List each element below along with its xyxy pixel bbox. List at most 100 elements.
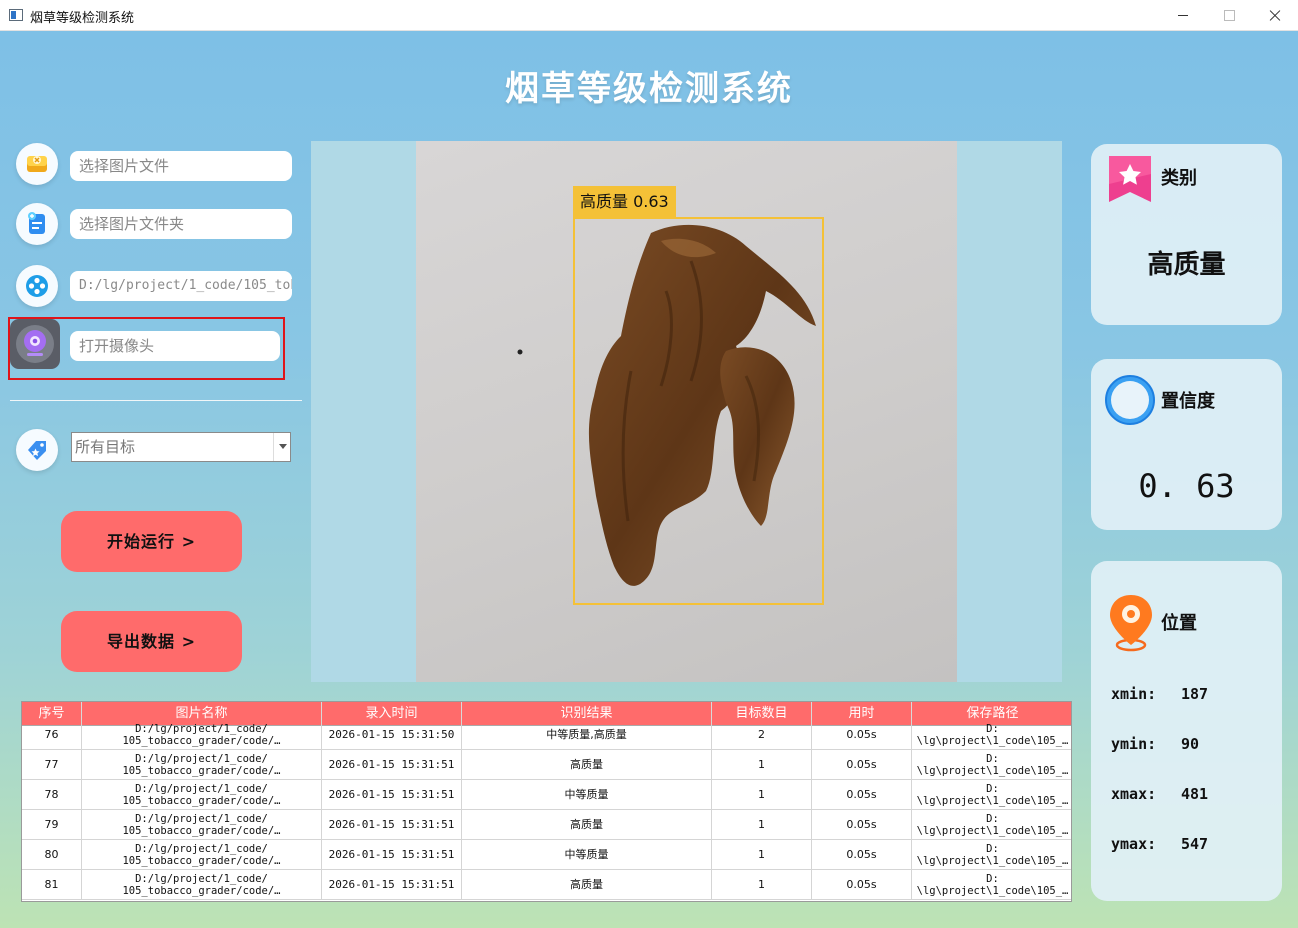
target-select-value: 所有目标 <box>75 438 136 456</box>
cell-result: 高质量 <box>462 750 712 780</box>
cell-path-line2: \lg\project\1_code\105_… <box>916 795 1069 807</box>
export-button[interactable]: 导出数据 > <box>61 611 242 672</box>
cell-name-line1: D:/lg/project/1_code/ <box>135 783 268 795</box>
table-row[interactable]: 78 D:/lg/project/1_code/105_tobacco_grade… <box>22 780 1071 810</box>
table-row[interactable]: 79 D:/lg/project/1_code/105_tobacco_grade… <box>22 810 1071 840</box>
cell-time: 2026-01-15 15:31:51 <box>322 870 462 900</box>
cell-id-text: 80 <box>44 848 59 861</box>
cell-id-text: 78 <box>44 788 59 801</box>
cell-count: 2 <box>712 720 812 750</box>
maximize-button[interactable] <box>1206 0 1252 31</box>
cell-duration: 0.05s <box>812 810 912 840</box>
app-window-icon <box>9 9 23 21</box>
cell-duration-text: 0.05s <box>846 758 877 771</box>
cell-path-line2: \lg\project\1_code\105_… <box>916 825 1069 837</box>
close-button[interactable] <box>1252 0 1298 31</box>
cell-time: 2026-01-15 15:31:51 <box>322 780 462 810</box>
cell-duration-text: 0.05s <box>846 818 877 831</box>
xmax-row: xmax: 481 <box>1111 785 1208 803</box>
cell-count: 1 <box>712 840 812 870</box>
xmax-value: 481 <box>1181 785 1209 803</box>
video-icon[interactable] <box>16 265 58 307</box>
cell-path: D: \lg\project\1_code\105_… <box>912 840 1071 870</box>
cell-duration: 0.05s <box>812 750 912 780</box>
cell-name: D:/lg/project/1_code/105_tobacco_grader/… <box>82 720 322 750</box>
folder-input[interactable]: 选择图片文件夹 <box>70 209 292 239</box>
cell-path-line1: D: <box>986 783 999 795</box>
image-file-input[interactable]: 选择图片文件 <box>70 151 292 181</box>
cell-name: D:/lg/project/1_code/105_tobacco_grader/… <box>82 750 322 780</box>
cell-id: 77 <box>22 750 82 780</box>
image-display: 高质量 0.63 <box>311 141 1062 682</box>
cell-path-line1: D: <box>986 873 999 885</box>
minimize-button[interactable] <box>1160 0 1206 31</box>
folder-icon[interactable] <box>16 203 58 245</box>
cell-path-line1: D: <box>986 843 999 855</box>
xmin-row: xmin: 187 <box>1111 685 1208 703</box>
cell-name: D:/lg/project/1_code/105_tobacco_grader/… <box>82 810 322 840</box>
cell-time: 2026-01-15 15:31:51 <box>322 810 462 840</box>
ymin-value: 90 <box>1181 735 1200 753</box>
cell-id: 81 <box>22 870 82 900</box>
cell-time: 2026-01-15 15:31:51 <box>322 840 462 870</box>
cell-time-text: 2026-01-15 15:31:51 <box>328 788 455 801</box>
cell-path-line2: \lg\project\1_code\105_… <box>916 855 1069 867</box>
cell-time-text: 2026-01-15 15:31:51 <box>328 878 455 891</box>
cell-name: D:/lg/project/1_code/105_tobacco_grader/… <box>82 840 322 870</box>
cell-duration-text: 0.05s <box>846 788 877 801</box>
main-window: 烟草等级检测系统 选择图片文件 选择图片文件夹 D:/lg/project/1_… <box>0 31 1298 928</box>
results-table: 序号 图片名称 录入时间 识别结果 目标数目 用时 保存路径 76 D:/lg/p… <box>21 701 1072 902</box>
tag-icon <box>16 429 58 471</box>
bookmark-star-icon <box>1109 156 1151 202</box>
chevron-down-icon[interactable] <box>273 433 290 461</box>
left-panel-divider <box>10 400 302 401</box>
cell-count: 1 <box>712 810 812 840</box>
cell-path: D: \lg\project\1_code\105_… <box>912 780 1071 810</box>
cell-id-text: 77 <box>44 758 59 771</box>
table-row[interactable]: 76 D:/lg/project/1_code/105_tobacco_grade… <box>22 720 1071 750</box>
target-select[interactable]: 所有目标 <box>71 432 291 462</box>
cell-name-line2: 105_tobacco_grader/code/… <box>122 765 281 777</box>
table-row[interactable]: 77 D:/lg/project/1_code/105_tobacco_grade… <box>22 750 1071 780</box>
cell-name-line1: D:/lg/project/1_code/ <box>135 753 268 765</box>
cell-count-text: 2 <box>758 728 765 741</box>
window-titlebar: 烟草等级检测系统 <box>0 0 1298 31</box>
start-button[interactable]: 开始运行 > <box>61 511 242 572</box>
table-row[interactable]: 81 D:/lg/project/1_code/105_tobacco_grade… <box>22 870 1071 900</box>
video-path-field[interactable]: D:/lg/project/1_code/105_tobacco_grader <box>70 271 292 301</box>
cell-duration: 0.05s <box>812 870 912 900</box>
cell-duration: 0.05s <box>812 840 912 870</box>
cell-count: 1 <box>712 870 812 900</box>
cell-name-line2: 105_tobacco_grader/code/… <box>122 735 281 747</box>
cell-time: 2026-01-15 15:31:50 <box>322 720 462 750</box>
cell-time-text: 2026-01-15 15:31:51 <box>328 848 455 861</box>
cell-path: D: \lg\project\1_code\105_… <box>912 810 1071 840</box>
cell-time: 2026-01-15 15:31:51 <box>322 750 462 780</box>
cell-path-line1: D: <box>986 813 999 825</box>
ymin-label: ymin: <box>1111 735 1157 753</box>
cell-path-line2: \lg\project\1_code\105_… <box>916 885 1069 897</box>
class-title: 类别 <box>1161 168 1197 189</box>
tobacco-photo: 高质量 0.63 <box>416 141 957 682</box>
cell-name-line1: D:/lg/project/1_code/ <box>135 723 268 735</box>
detection-bounding-box <box>573 217 824 605</box>
cell-result: 中等质量 <box>462 780 712 810</box>
cell-duration-text: 0.05s <box>846 728 877 741</box>
image-file-icon[interactable] <box>16 143 58 185</box>
cell-id-text: 81 <box>44 878 59 891</box>
cell-path: D: \lg\project\1_code\105_… <box>912 750 1071 780</box>
cell-path: D: \lg\project\1_code\105_… <box>912 720 1071 750</box>
cell-result: 中等质量 <box>462 840 712 870</box>
cell-name: D:/lg/project/1_code/105_tobacco_grader/… <box>82 870 322 900</box>
cell-result-text: 高质量 <box>570 818 603 831</box>
cell-path-line2: \lg\project\1_code\105_… <box>916 735 1069 747</box>
page-title: 烟草等级检测系统 <box>505 69 793 109</box>
cell-count-text: 1 <box>758 818 765 831</box>
position-title: 位置 <box>1161 613 1197 634</box>
cell-name-line1: D:/lg/project/1_code/ <box>135 813 268 825</box>
cell-path-line1: D: <box>986 753 999 765</box>
class-value: 高质量 <box>1147 250 1226 280</box>
cell-count: 1 <box>712 750 812 780</box>
class-card: 类别 高质量 <box>1091 144 1282 325</box>
table-row[interactable]: 80 D:/lg/project/1_code/105_tobacco_grade… <box>22 840 1071 870</box>
